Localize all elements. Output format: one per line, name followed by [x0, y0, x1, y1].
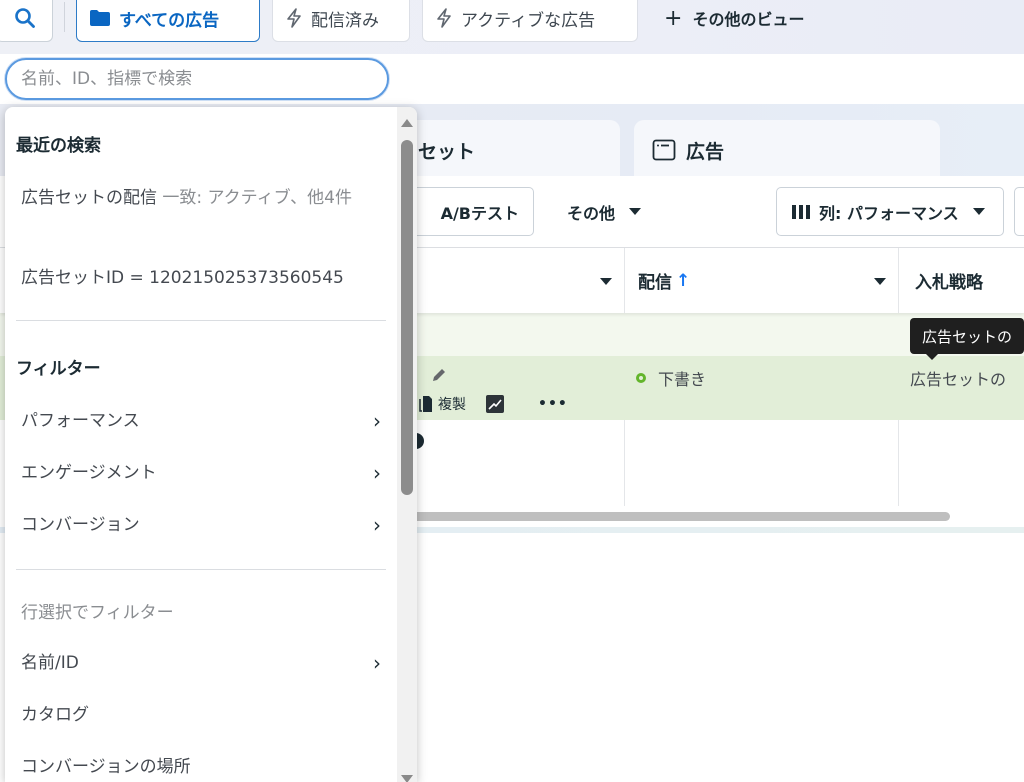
bid-strategy-cell: 広告セットの: [910, 370, 1007, 389]
scroll-up-arrow-icon[interactable]: [401, 119, 413, 127]
row-filter-item-catalog[interactable]: カタログ: [21, 702, 381, 728]
view-charts-icon[interactable]: [486, 395, 504, 413]
filter-item-engagement[interactable]: エンゲージメント ›: [21, 460, 381, 486]
ad-window-icon: [652, 139, 676, 161]
tooltip: 広告セットの: [910, 318, 1024, 360]
more-views-button[interactable]: + その他のビュー: [664, 0, 804, 36]
view-bar-divider: [64, 2, 65, 32]
draft-status-icon: [636, 373, 646, 383]
chevron-right-icon: ›: [373, 651, 381, 675]
duplicate-label: 複製: [438, 397, 466, 413]
dropdown-scrollbar-thumb[interactable]: [401, 140, 413, 495]
row-filter-item-conversion-location[interactable]: コンバージョンの場所: [21, 754, 381, 780]
folder-icon: [90, 10, 110, 26]
column-header-label: 入札戦略: [915, 273, 983, 293]
view-tab-label: 配信済み: [311, 10, 379, 31]
column-header-label: 配信: [638, 273, 672, 293]
column-menu-icon[interactable]: [874, 278, 886, 285]
sort-ascending-icon: ↑: [676, 270, 691, 291]
columns-label: 列: パフォーマンス: [819, 203, 959, 223]
delivery-status-label: 下書き: [658, 370, 707, 389]
view-search-button[interactable]: [0, 0, 53, 42]
more-views-label: その他のビュー: [692, 10, 805, 29]
view-tab-delivered[interactable]: 配信済み: [272, 0, 410, 42]
chevron-right-icon: ›: [373, 409, 381, 433]
edit-pencil-icon[interactable]: [430, 366, 448, 384]
row-filter-item-name-id[interactable]: 名前/ID ›: [21, 650, 381, 676]
ab-test-label: A/Bテスト: [440, 203, 519, 223]
level-tab-ads[interactable]: 広告: [634, 120, 940, 180]
column-header-bid-strategy[interactable]: 入札戦略: [899, 248, 1024, 313]
search-suggestions-dropdown: 最近の検索 広告セットの配信 一致: アクティブ、他4件 広告セットID = 1…: [5, 107, 417, 782]
level-tab-label: セット: [418, 140, 476, 163]
search-icon: [14, 8, 35, 28]
caret-down-icon: [629, 208, 642, 215]
columns-icon: [792, 204, 810, 219]
view-tab-label: すべての広告: [119, 10, 220, 31]
search-row: [0, 54, 1024, 104]
dropdown-scrollbar[interactable]: [397, 107, 417, 782]
search-input[interactable]: [7, 60, 387, 98]
filter-item-performance[interactable]: パフォーマンス ›: [21, 408, 381, 434]
more-actions-dropdown[interactable]: その他: [567, 187, 642, 236]
view-tab-label: アクティブな広告: [461, 10, 596, 31]
more-options-icon[interactable]: •••: [538, 396, 568, 412]
divider: [16, 569, 386, 570]
row-actions: 複製 •••: [418, 394, 568, 414]
chevron-right-icon: ›: [373, 513, 381, 537]
plus-icon: +: [664, 5, 683, 31]
recent-search-item[interactable]: 広告セットの配信 一致: アクティブ、他4件: [21, 185, 381, 211]
divider: [16, 320, 386, 321]
column-header-delivery[interactable]: 配信 ↑: [625, 248, 899, 313]
filter-item-conversion[interactable]: コンバージョン ›: [21, 512, 381, 538]
recent-search-item[interactable]: 広告セットID = 120215025373560545: [21, 265, 381, 291]
view-tab-active-ads[interactable]: アクティブな広告: [422, 0, 638, 42]
delivery-status: 下書き: [636, 366, 706, 390]
duplicate-icon: [419, 396, 432, 412]
level-tab-label: 広告: [686, 140, 725, 163]
chevron-right-icon: ›: [373, 461, 381, 485]
column-menu-icon[interactable]: [600, 278, 612, 285]
filter-heading: フィルター: [16, 359, 101, 379]
scroll-down-arrow-icon[interactable]: [401, 775, 413, 782]
recent-searches-heading: 最近の検索: [16, 136, 101, 156]
columns-dropdown[interactable]: 列: パフォーマンス: [776, 187, 1004, 236]
lightning-icon: [287, 8, 301, 28]
view-tab-all-ads[interactable]: すべての広告: [76, 0, 260, 42]
search-field: [5, 58, 389, 100]
more-actions-label: その他: [567, 203, 616, 223]
lightning-icon: [437, 8, 451, 28]
row-filter-heading: 行選択でフィルター: [21, 603, 174, 623]
horizontal-scrollbar-thumb[interactable]: [400, 512, 950, 521]
duplicate-button[interactable]: 複製: [418, 394, 466, 414]
toolbar-extra-button[interactable]: [1014, 187, 1024, 236]
caret-down-icon: [972, 208, 985, 215]
view-bar: すべての広告 配信済み アクティブな広告 + その他のビュー: [0, 0, 1024, 54]
